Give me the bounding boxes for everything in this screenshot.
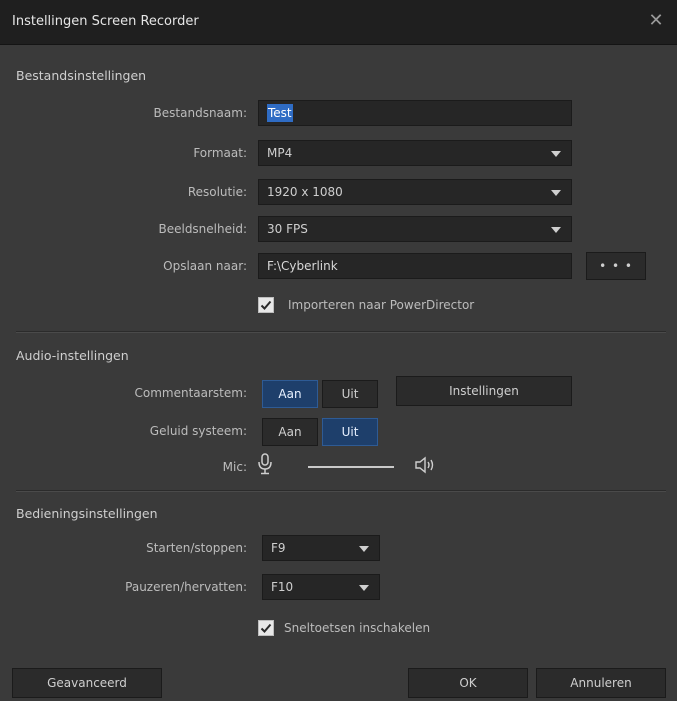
section-divider: [16, 490, 666, 491]
cancel-button[interactable]: Annuleren: [536, 668, 666, 698]
system-sound-on-button[interactable]: Aan: [262, 418, 318, 446]
resolution-select[interactable]: 1920 x 1080: [258, 179, 572, 205]
hotkeys-checkbox[interactable]: [258, 620, 274, 636]
filename-label: Bestandsnaam:: [153, 106, 247, 120]
control-settings-title: Bedieningsinstellingen: [16, 506, 158, 521]
chevron-down-icon: [359, 585, 369, 591]
resolution-value: 1920 x 1080: [267, 185, 343, 199]
format-value: MP4: [267, 146, 293, 160]
audio-settings-button[interactable]: Instellingen: [396, 376, 572, 406]
section-divider: [16, 331, 666, 332]
microphone-icon: [258, 453, 272, 475]
save-to-value: F:\Cyberlink: [267, 259, 338, 273]
chevron-down-icon: [551, 227, 561, 233]
ok-button[interactable]: OK: [408, 668, 528, 698]
filename-value: Test: [267, 104, 293, 122]
close-icon[interactable]: ✕: [645, 10, 667, 32]
chevron-down-icon: [551, 190, 561, 196]
filename-input[interactable]: Test: [258, 100, 572, 126]
save-to-label: Opslaan naar:: [163, 259, 247, 273]
resolution-label: Resolutie:: [187, 185, 247, 199]
advanced-button[interactable]: Geavanceerd: [12, 668, 162, 698]
audio-settings-title: Audio-instellingen: [16, 348, 129, 363]
pause-resume-value: F10: [271, 580, 294, 594]
mic-volume-slider[interactable]: [308, 466, 394, 468]
checkmark-icon: [260, 300, 272, 310]
checkmark-icon: [260, 623, 272, 633]
system-sound-off-button[interactable]: Uit: [322, 418, 378, 446]
window-title: Instellingen Screen Recorder: [12, 14, 199, 29]
format-select[interactable]: MP4: [258, 140, 572, 166]
commentary-label: Commentaarstem:: [134, 386, 247, 400]
import-checkbox-label: Importeren naar PowerDirector: [288, 298, 475, 312]
commentary-on-button[interactable]: Aan: [262, 380, 318, 408]
mic-label: Mic:: [222, 460, 247, 474]
pause-resume-label: Pauzeren/hervatten:: [125, 580, 247, 594]
start-stop-value: F9: [271, 541, 286, 555]
title-bar: Instellingen Screen Recorder ✕: [0, 0, 677, 45]
hotkeys-checkbox-label: Sneltoetsen inschakelen: [284, 621, 431, 635]
start-stop-select[interactable]: F9: [262, 535, 380, 561]
speaker-icon: [415, 456, 434, 474]
start-stop-label: Starten/stoppen:: [146, 541, 247, 555]
file-settings-title: Bestandsinstellingen: [16, 68, 147, 83]
system-sound-label: Geluid systeem:: [149, 424, 247, 438]
screen-recorder-settings-dialog: Instellingen Screen Recorder ✕ Bestandsi…: [0, 0, 677, 701]
pause-resume-select[interactable]: F10: [262, 574, 380, 600]
framerate-label: Beeldsnelheid:: [158, 222, 247, 236]
chevron-down-icon: [359, 546, 369, 552]
framerate-value: 30 FPS: [267, 222, 308, 236]
import-checkbox[interactable]: [258, 297, 274, 313]
save-to-input[interactable]: F:\Cyberlink: [258, 253, 572, 279]
framerate-select[interactable]: 30 FPS: [258, 216, 572, 242]
commentary-off-button[interactable]: Uit: [322, 380, 378, 408]
chevron-down-icon: [551, 151, 561, 157]
format-label: Formaat:: [193, 146, 247, 160]
browse-button[interactable]: • • •: [586, 252, 646, 280]
